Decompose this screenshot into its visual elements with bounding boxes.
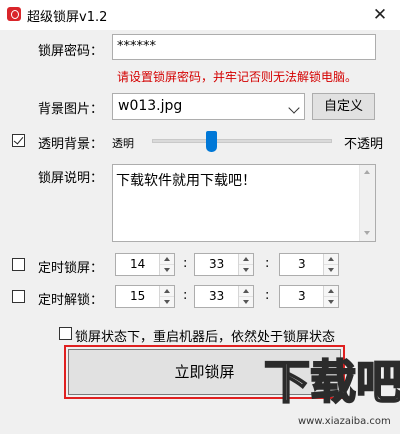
- transparent-label: 透明: [112, 137, 134, 150]
- description-label: 锁屏说明：: [38, 171, 104, 186]
- spin-up-icon[interactable]: [324, 286, 338, 297]
- timed-unlock-second-value: 3: [298, 289, 306, 303]
- colon: :: [183, 288, 188, 303]
- timed-unlock-label: 定时解锁：: [38, 293, 104, 308]
- spin-down-icon[interactable]: [160, 265, 174, 275]
- transparency-checkbox[interactable]: [12, 134, 25, 147]
- app-icon: [7, 7, 21, 21]
- opaque-label: 不透明: [344, 137, 384, 152]
- spin-down-icon[interactable]: [239, 297, 253, 307]
- spin-up-icon[interactable]: [160, 286, 174, 297]
- colon: :: [183, 256, 188, 271]
- description-scrollbar[interactable]: [359, 165, 375, 241]
- spin-up-icon[interactable]: [160, 254, 174, 265]
- timed-unlock-second[interactable]: 3: [279, 285, 339, 308]
- chevron-down-icon: [288, 102, 300, 114]
- timed-unlock-hour[interactable]: 15: [115, 285, 175, 308]
- timed-unlock-minute[interactable]: 33: [194, 285, 254, 308]
- spin-up-icon[interactable]: [239, 254, 253, 265]
- password-label: 锁屏密码：: [38, 44, 104, 59]
- colon: :: [265, 288, 270, 303]
- close-button[interactable]: ✕: [360, 0, 400, 30]
- timed-lock-minute-value: 33: [209, 257, 225, 271]
- timed-lock-second-value: 3: [298, 257, 306, 271]
- timed-unlock-checkbox[interactable]: [12, 290, 25, 303]
- spin-down-icon[interactable]: [160, 297, 174, 307]
- spin-up-icon[interactable]: [239, 286, 253, 297]
- watermark-url: www.xiazaiba.com: [298, 416, 391, 427]
- timed-lock-hour-value: 14: [130, 257, 146, 271]
- xiazaiba-logo: 下载吧 www.xiazaiba.com: [263, 354, 400, 427]
- password-field[interactable]: ******: [112, 34, 376, 60]
- scroll-up-icon[interactable]: [360, 165, 375, 180]
- background-select[interactable]: w013.jpg: [112, 93, 305, 120]
- transparency-slider[interactable]: [152, 139, 332, 143]
- password-warning: 请设置锁屏密码，并牢记否则无法解锁电脑。: [117, 70, 358, 84]
- watermark-logo-text: 下载吧: [264, 355, 400, 409]
- colon: :: [265, 256, 270, 271]
- spin-down-icon[interactable]: [239, 265, 253, 275]
- timed-lock-checkbox[interactable]: [12, 258, 25, 271]
- description-textarea[interactable]: 下载软件就用下载吧！: [112, 164, 376, 242]
- timed-lock-minute[interactable]: 33: [194, 253, 254, 276]
- timed-unlock-minute-value: 33: [209, 289, 225, 303]
- transparency-label: 透明背景：: [38, 137, 104, 152]
- scroll-down-icon[interactable]: [360, 226, 375, 241]
- description-text: 下载软件就用下载吧！: [116, 173, 256, 189]
- timed-lock-hour[interactable]: 14: [115, 253, 175, 276]
- persist-checkbox[interactable]: [59, 327, 72, 340]
- timed-lock-label: 定时锁屏：: [38, 261, 104, 276]
- custom-background-button[interactable]: 自定义: [312, 93, 375, 120]
- timed-unlock-hour-value: 15: [130, 289, 146, 303]
- password-value: ******: [117, 39, 156, 54]
- timed-lock-second[interactable]: 3: [279, 253, 339, 276]
- background-selected: w013.jpg: [118, 98, 183, 114]
- window-title: 超级锁屏v1.2: [27, 10, 108, 25]
- spin-up-icon[interactable]: [324, 254, 338, 265]
- watermark: 下载吧 www.xiazaiba.com: [258, 340, 400, 430]
- slider-thumb[interactable]: [206, 131, 218, 152]
- spin-down-icon[interactable]: [324, 297, 338, 307]
- background-label: 背景图片：: [38, 102, 104, 117]
- spin-down-icon[interactable]: [324, 265, 338, 275]
- title-bar: 超级锁屏v1.2 ✕: [0, 0, 400, 30]
